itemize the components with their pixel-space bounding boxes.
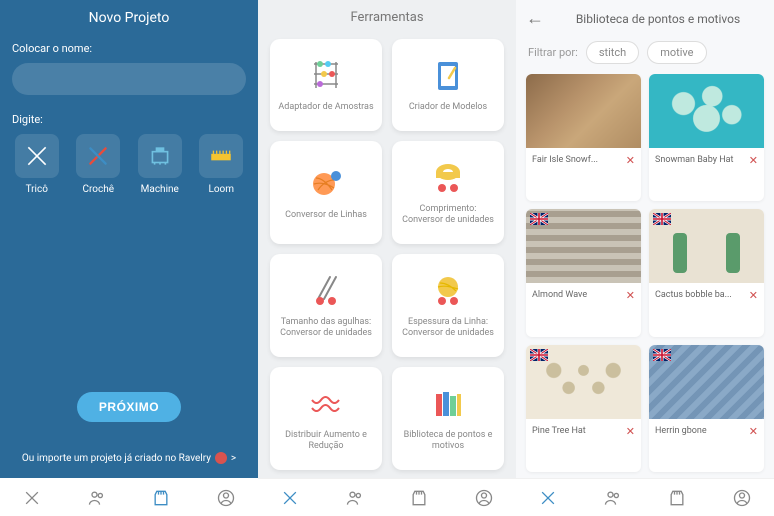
chip-motive[interactable]: motive bbox=[647, 41, 706, 64]
project-name-input[interactable] bbox=[12, 63, 246, 95]
panel1-title: Novo Projeto bbox=[0, 0, 258, 42]
thumbnail bbox=[649, 345, 764, 419]
crochet-icon bbox=[76, 134, 120, 178]
craft-knit[interactable]: Tricô bbox=[12, 134, 62, 195]
panel3-title: Biblioteca de pontos e motivos bbox=[552, 12, 764, 26]
library-item[interactable]: Fair Isle Snowf...✕ bbox=[526, 74, 641, 201]
knit-icon bbox=[15, 134, 59, 178]
yarn-ball-icon bbox=[306, 164, 346, 204]
thumbnail bbox=[526, 74, 641, 148]
ravelry-icon bbox=[215, 452, 227, 464]
abacus-icon bbox=[306, 56, 346, 96]
nav-projects[interactable] bbox=[645, 479, 710, 516]
library-item[interactable]: Pine Tree Hat✕ bbox=[526, 345, 641, 472]
nav-tools[interactable] bbox=[516, 479, 581, 516]
tool-stitch-library[interactable]: Biblioteca de pontos e motivos bbox=[392, 367, 504, 470]
craft-machine[interactable]: Machine bbox=[135, 134, 185, 195]
type-label: Digite: bbox=[12, 113, 246, 126]
bottom-nav bbox=[0, 478, 258, 516]
nav-profile[interactable] bbox=[194, 479, 259, 516]
thumbnail bbox=[526, 345, 641, 419]
library-item[interactable]: Cactus bobble ba...✕ bbox=[649, 209, 764, 336]
tool-distribute-stitches[interactable]: Distribuir Aumento e Redução bbox=[270, 367, 382, 470]
thumbnail bbox=[649, 74, 764, 148]
filter-label: Filtrar por: bbox=[528, 46, 578, 59]
nav-projects[interactable] bbox=[387, 479, 452, 516]
nav-community[interactable] bbox=[323, 479, 388, 516]
panel2-title: Ferramentas bbox=[258, 0, 516, 35]
knit-icon: ✕ bbox=[749, 425, 758, 438]
books-icon bbox=[428, 384, 468, 424]
nav-tools[interactable] bbox=[258, 479, 323, 516]
bottom-nav bbox=[258, 478, 516, 516]
tool-yarn-converter[interactable]: Conversor de Linhas bbox=[270, 141, 382, 244]
filter-row: Filtrar por: stitch motive bbox=[516, 37, 774, 74]
bottom-nav bbox=[516, 478, 774, 516]
tool-yarn-weight-converter[interactable]: Espessura da Linha: Conversor de unidade… bbox=[392, 254, 504, 357]
import-line[interactable]: Ou importe um projeto já criado no Ravel… bbox=[12, 452, 246, 478]
loom-icon bbox=[199, 134, 243, 178]
clipboard-icon bbox=[428, 56, 468, 96]
library-item[interactable]: Herrin gbone✕ bbox=[649, 345, 764, 472]
needles-icon bbox=[306, 271, 346, 311]
nav-tools[interactable] bbox=[0, 479, 65, 516]
knitting-row-icon bbox=[306, 384, 346, 424]
chip-stitch[interactable]: stitch bbox=[586, 41, 639, 64]
tools-panel: Ferramentas Adaptador de Amostras Criado… bbox=[258, 0, 516, 516]
nav-community[interactable] bbox=[581, 479, 646, 516]
next-button[interactable]: PRÓXIMO bbox=[77, 392, 181, 422]
nav-profile[interactable] bbox=[452, 479, 517, 516]
craft-row: Tricô Crochê Machine Loom bbox=[12, 134, 246, 195]
tool-gauge-adapter[interactable]: Adaptador de Amostras bbox=[270, 39, 382, 131]
nav-profile[interactable] bbox=[710, 479, 774, 516]
name-label: Colocar o nome: bbox=[12, 42, 246, 55]
back-button[interactable]: ← bbox=[526, 8, 544, 29]
library-panel: ← Biblioteca de pontos e motivos Filtrar… bbox=[516, 0, 774, 516]
nav-community[interactable] bbox=[65, 479, 130, 516]
library-item[interactable]: Almond Wave✕ bbox=[526, 209, 641, 336]
machine-icon bbox=[138, 134, 182, 178]
new-project-panel: Novo Projeto Colocar o nome: Digite: Tri… bbox=[0, 0, 258, 516]
thumbnail bbox=[526, 209, 641, 283]
knit-icon: ✕ bbox=[749, 289, 758, 302]
tool-needle-size-converter[interactable]: Tamanho das agulhas: Conversor de unidad… bbox=[270, 254, 382, 357]
nav-projects[interactable] bbox=[129, 479, 194, 516]
knit-icon: ✕ bbox=[626, 289, 635, 302]
craft-loom[interactable]: Loom bbox=[197, 134, 247, 195]
tape-measure-icon bbox=[428, 158, 468, 198]
knit-icon: ✕ bbox=[626, 425, 635, 438]
tool-length-converter[interactable]: Comprimento: Conversor de unidades bbox=[392, 141, 504, 244]
knit-icon: ✕ bbox=[749, 154, 758, 167]
yarn-weight-icon bbox=[428, 271, 468, 311]
tool-pattern-creator[interactable]: Criador de Modelos bbox=[392, 39, 504, 131]
craft-crochet[interactable]: Crochê bbox=[74, 134, 124, 195]
library-item[interactable]: Snowman Baby Hat✕ bbox=[649, 74, 764, 201]
knit-icon: ✕ bbox=[626, 154, 635, 167]
thumbnail bbox=[649, 209, 764, 283]
